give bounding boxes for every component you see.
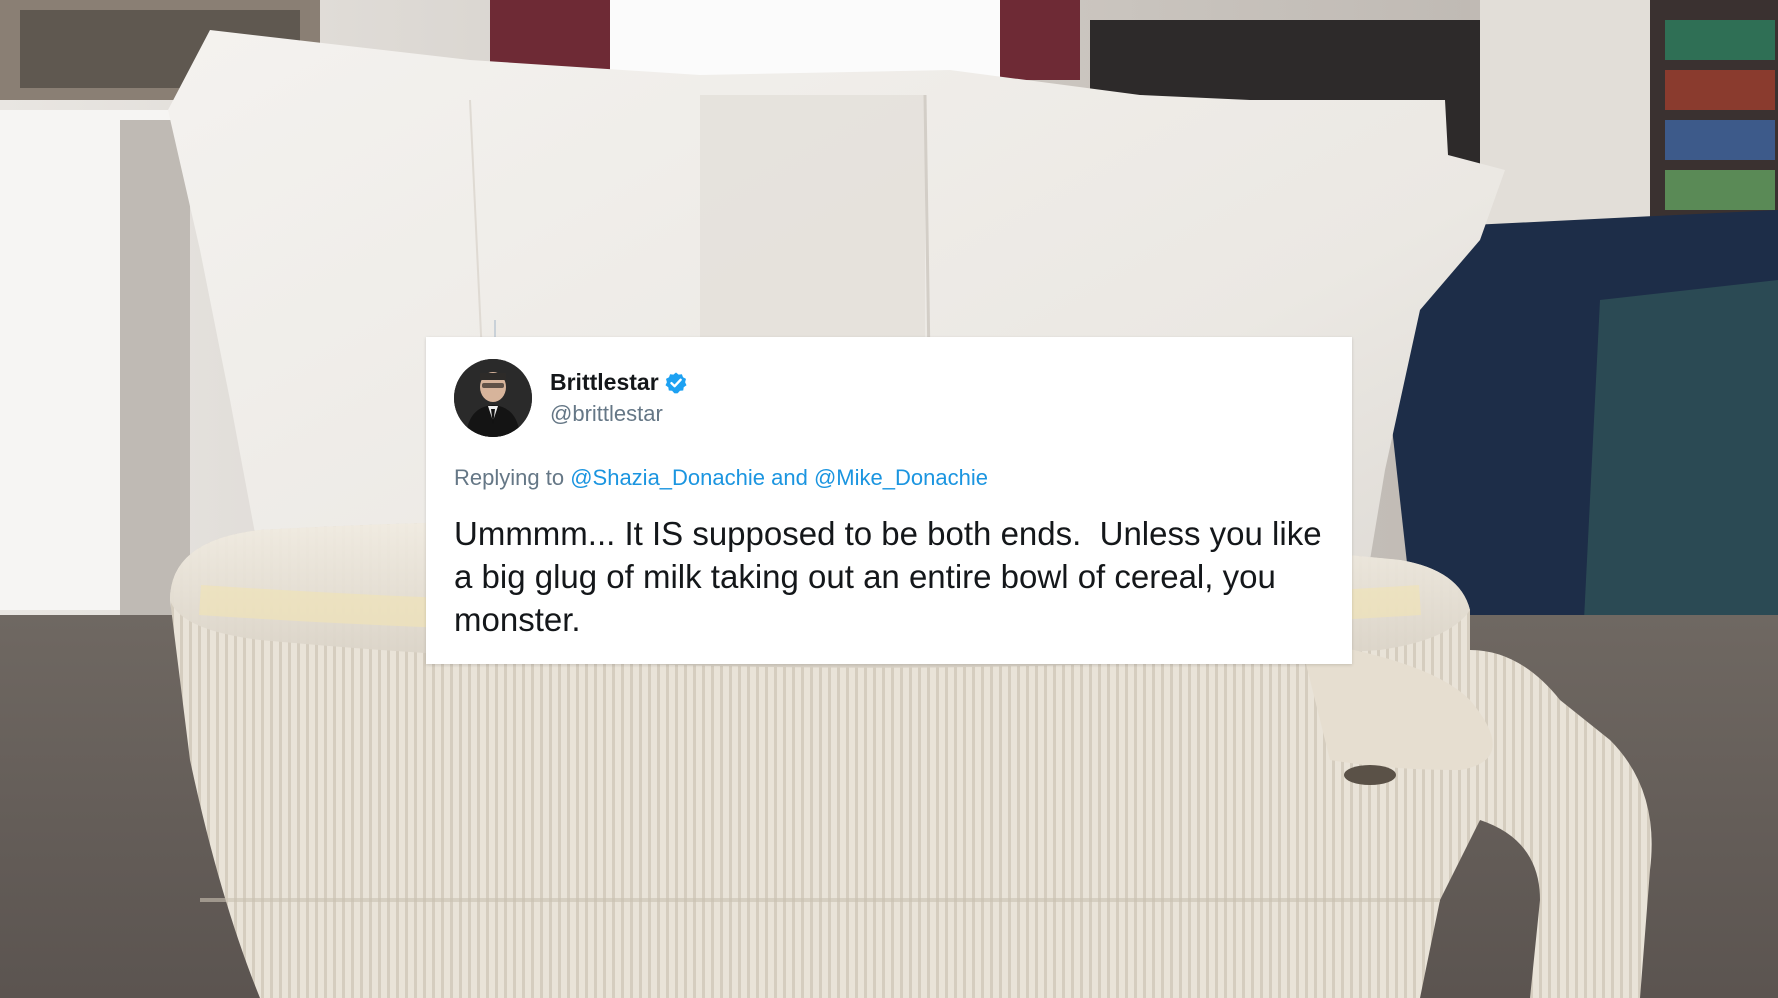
reply-mention-mike[interactable]: @Mike_Donachie <box>814 465 988 490</box>
author-name-row: Brittlestar <box>550 369 688 396</box>
reply-prefix: Replying to <box>454 465 565 490</box>
author-block: Brittlestar @brittlestar <box>550 369 688 427</box>
avatar-image <box>454 359 532 437</box>
replying-to-line: Replying to @Shazia_Donachie and @Mike_D… <box>454 465 988 491</box>
tweet-card: Brittlestar @brittlestar Replying to @Sh… <box>426 337 1352 664</box>
author-handle[interactable]: @brittlestar <box>550 401 688 427</box>
reply-mention-shazia[interactable]: @Shazia_Donachie <box>570 465 765 490</box>
author-name[interactable]: Brittlestar <box>550 369 659 396</box>
tweet-text: Ummmm... It IS supposed to be both ends.… <box>454 515 1331 638</box>
reply-joiner: and <box>771 465 808 490</box>
avatar[interactable] <box>454 359 532 437</box>
verified-badge-icon <box>664 371 688 395</box>
